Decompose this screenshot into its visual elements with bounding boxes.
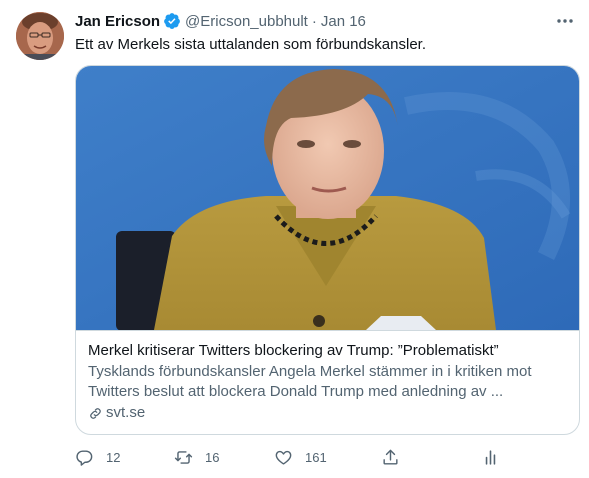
tweet-date[interactable]: Jan 16 [321, 13, 366, 30]
card-domain: svt.se [88, 403, 567, 423]
share-button[interactable] [381, 447, 400, 467]
retweet-icon [174, 450, 193, 464]
heart-icon [275, 450, 292, 465]
reply-count: 12 [106, 449, 121, 465]
reply-icon [76, 449, 93, 466]
tweet-header: Jan Ericson @Ericson_ubbhult · Jan 16 [75, 11, 366, 31]
press-photo [76, 66, 579, 330]
share-icon [383, 449, 398, 465]
verified-badge-icon [164, 13, 180, 29]
analytics-button[interactable] [481, 447, 500, 467]
like-count: 161 [305, 449, 327, 465]
tweet[interactable]: Jan Ericson @Ericson_ubbhult · Jan 16 Et… [0, 0, 589, 478]
retweet-button[interactable]: 16 [174, 447, 219, 467]
reply-button[interactable]: 12 [75, 447, 120, 467]
retweet-count: 16 [205, 449, 220, 465]
like-button[interactable]: 161 [274, 447, 327, 467]
action-bar: 12 16 161 [75, 447, 505, 467]
author-avatar[interactable] [16, 12, 64, 60]
more-icon[interactable] [555, 12, 575, 30]
author-handle[interactable]: @Ericson_ubbhult [185, 13, 308, 30]
card-title[interactable]: Merkel kritiserar Twitters blockering av… [88, 341, 567, 361]
card-body: Merkel kritiserar Twitters blockering av… [76, 330, 579, 434]
link-card[interactable]: Merkel kritiserar Twitters blockering av… [75, 65, 580, 435]
author-name[interactable]: Jan Ericson [75, 13, 160, 30]
tweet-text: Ett av Merkels sista uttalanden som förb… [75, 36, 427, 53]
link-icon [90, 407, 101, 419]
card-description: Tysklands förbundskansler Angela Merkel … [88, 363, 532, 400]
card-domain-text: svt.se [106, 404, 146, 421]
analytics-icon [485, 449, 496, 465]
separator-dot: · [311, 12, 317, 30]
